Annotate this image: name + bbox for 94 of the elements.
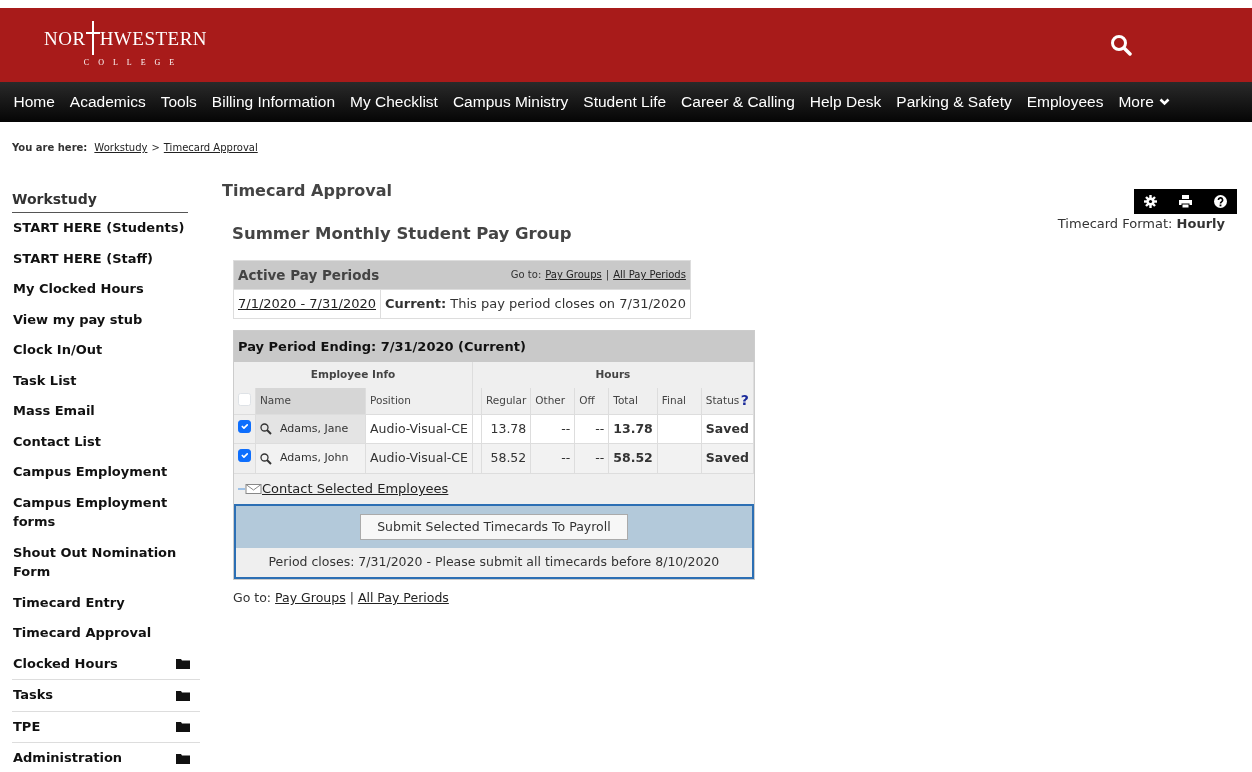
- goto-label: Go to:: [510, 268, 542, 283]
- nav-link[interactable]: Career & Calling: [673, 90, 803, 114]
- table-cell: Saved: [701, 414, 754, 444]
- link-separator: |: [349, 589, 354, 607]
- goto-link[interactable]: Pay Groups: [545, 267, 602, 283]
- employee-name: Adams, John: [280, 450, 349, 467]
- sidebar-link[interactable]: Tasks: [12, 680, 200, 712]
- help-link[interactable]: ?: [740, 392, 749, 409]
- goto-link[interactable]: Pay Groups: [275, 589, 346, 608]
- breadcrumb-label: You are here:: [12, 141, 88, 155]
- page-title: Timecard Approval: [222, 180, 392, 202]
- column-header: Final: [661, 393, 687, 406]
- nav-link[interactable]: Help Desk: [802, 90, 889, 114]
- nav-link[interactable]: Academics: [62, 90, 154, 114]
- checkbox[interactable]: [238, 449, 251, 463]
- sidebar-link[interactable]: My Clocked Hours: [12, 274, 188, 305]
- nav-link[interactable]: Tools: [153, 90, 205, 114]
- period-note: Period closes: 7/31/2020 - Please submit all timecards before 8/10/2020: [267, 553, 721, 572]
- nav-link[interactable]: Parking & Safety: [888, 90, 1020, 114]
- sidebar-link[interactable]: Mass Email: [12, 396, 188, 427]
- breadcrumb-separator: >: [151, 141, 160, 155]
- column-header: Off: [579, 393, 595, 406]
- timecard-format: Timecard Format: Hourly: [1057, 215, 1225, 233]
- nav-link[interactable]: Home: [6, 90, 63, 114]
- search-icon[interactable]: [1110, 34, 1132, 56]
- sidebar-link[interactable]: Campus Employment forms: [12, 487, 188, 538]
- envelope-icon: [238, 483, 262, 494]
- column-group-header: Hours: [472, 362, 754, 388]
- sidebar-link[interactable]: Contact List: [12, 426, 188, 457]
- sidebar-link[interactable]: START HERE (Students): [12, 213, 188, 244]
- table-cell: Saved: [701, 443, 754, 473]
- section-title: Active Pay Periods: [238, 265, 380, 285]
- folder-icon: [176, 751, 190, 764]
- period-status: Current: This pay period closes on 7/31/2020: [380, 289, 691, 318]
- employee-name: Adams, Jane: [280, 420, 349, 437]
- printer-icon[interactable]: [1179, 195, 1192, 208]
- sidebar-link[interactable]: Timecard Approval: [12, 618, 188, 649]
- column-header: Position: [370, 393, 411, 406]
- sidebar-link[interactable]: Clock In/Out: [12, 335, 188, 366]
- checkbox[interactable]: [238, 419, 251, 433]
- breadcrumb-link[interactable]: Workstudy: [94, 140, 148, 155]
- help-icon[interactable]: [1214, 195, 1227, 208]
- column-header: Total: [613, 393, 638, 406]
- logo-text: HWESTERN: [99, 28, 208, 48]
- nav-link[interactable]: My Checklist: [342, 90, 446, 114]
- table-cell: Audio-Visual-CE: [365, 443, 473, 473]
- table-cell: --: [574, 443, 609, 473]
- table-cell: --: [574, 414, 609, 444]
- table-cell: 58.52: [608, 443, 658, 473]
- sidebar-link[interactable]: Campus Employment: [12, 457, 188, 488]
- folder-icon: [176, 720, 190, 733]
- sidebar-link[interactable]: Shout Out Nomination Form: [12, 537, 188, 588]
- table-cell: --: [530, 414, 575, 444]
- group-title: Summer Monthly Student Pay Group: [232, 223, 572, 245]
- sidebar-title: Workstudy: [12, 189, 188, 213]
- submit-button[interactable]: Submit Selected Timecards To Payroll: [360, 513, 628, 541]
- nav-link[interactable]: Campus Ministry: [445, 90, 576, 114]
- sidebar-link[interactable]: Task List: [12, 365, 188, 396]
- table-cell: 58.52: [481, 443, 531, 473]
- column-header: Name: [260, 393, 291, 406]
- logo-subtitle: COLLEGE: [82, 57, 184, 69]
- contact-link[interactable]: Contact Selected Employees: [262, 479, 449, 499]
- folder-icon: [176, 657, 190, 670]
- column-header: Status: [705, 392, 740, 408]
- table-cell: 13.78: [608, 414, 658, 444]
- goto-label: Go to:: [233, 589, 272, 607]
- goto-link[interactable]: All Pay Periods: [357, 589, 449, 608]
- sidebar-link[interactable]: TPE: [12, 711, 200, 743]
- nav-link[interactable]: Student Life: [575, 90, 674, 114]
- magnifier-icon[interactable]: [260, 452, 272, 465]
- section-title: Pay Period Ending: 7/31/2020 (Current): [234, 330, 754, 362]
- link-separator: |: [605, 268, 610, 283]
- sidebar-link[interactable]: Administration: [12, 743, 200, 772]
- nav-link[interactable]: More: [1110, 90, 1178, 114]
- table-cell: Audio-Visual-CE: [365, 414, 473, 444]
- magnifier-icon[interactable]: [260, 422, 272, 435]
- nav-link[interactable]: Employees: [1019, 90, 1111, 114]
- goto-link[interactable]: All Pay Periods: [613, 267, 686, 283]
- column-group-header: Employee Info: [234, 362, 473, 388]
- table-cell: 13.78: [481, 414, 531, 444]
- table-cell: --: [530, 443, 575, 473]
- sidebar-link[interactable]: View my pay stub: [12, 304, 188, 335]
- logo-text: NOR: [44, 28, 86, 48]
- column-header: Regular: [486, 393, 527, 406]
- folder-icon: [176, 688, 190, 701]
- breadcrumb-link[interactable]: Timecard Approval: [163, 140, 258, 155]
- sidebar-link[interactable]: Timecard Entry: [12, 587, 188, 618]
- cross-icon: [85, 21, 100, 55]
- column-header: Other: [535, 393, 566, 406]
- settings-icon[interactable]: [1144, 195, 1157, 208]
- sidebar-link[interactable]: Clocked Hours: [12, 648, 200, 680]
- sidebar-link[interactable]: START HERE (Staff): [12, 243, 188, 274]
- nav-link[interactable]: Billing Information: [204, 90, 343, 114]
- chevron-down-icon: [1158, 98, 1170, 106]
